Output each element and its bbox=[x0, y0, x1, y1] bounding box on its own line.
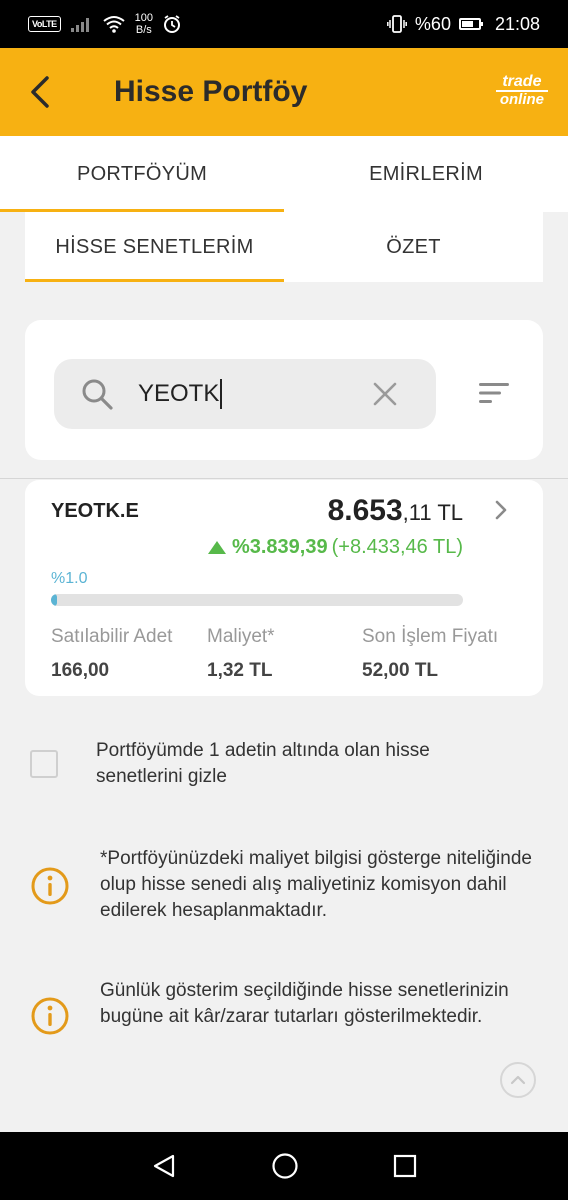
nav-back-icon[interactable] bbox=[151, 1153, 177, 1179]
volte-badge: VoLTE bbox=[28, 16, 61, 32]
hide-small-holdings-checkbox[interactable] bbox=[30, 750, 58, 778]
stock-symbol: YEOTK.E bbox=[51, 500, 139, 522]
stock-value: 8.653,11 TL bbox=[327, 494, 463, 527]
signal-icon bbox=[70, 18, 89, 32]
system-nav-bar bbox=[0, 1132, 568, 1200]
info-icon bbox=[31, 997, 69, 1035]
tab-hisse-senetlerim[interactable]: HİSSE SENETLERİM bbox=[25, 212, 284, 282]
scroll-to-top-button[interactable] bbox=[500, 1062, 536, 1098]
chevron-up-icon bbox=[510, 1075, 526, 1085]
column-last-price: Son İşlem Fiyatı 52,00 TL bbox=[362, 626, 499, 681]
clock: 21:08 bbox=[494, 13, 540, 34]
divider bbox=[0, 478, 568, 479]
chevron-right-icon[interactable] bbox=[493, 500, 509, 520]
info-note-daily: Günlük gösterim seçildiğinde hisse senet… bbox=[30, 978, 550, 1036]
alarm-icon bbox=[164, 15, 181, 33]
app-bar: Hisse Portföy trade online bbox=[0, 48, 568, 136]
stock-card[interactable]: YEOTK.E 8.653,11 TL %3.839,39 (+8.433,46 … bbox=[25, 480, 543, 696]
search-icon bbox=[82, 379, 113, 410]
status-bar: VoLTE 100 B/s %60 21:08 bbox=[0, 0, 568, 48]
close-icon[interactable] bbox=[372, 381, 398, 407]
sub-tabs: HİSSE SENETLERİM ÖZET bbox=[25, 212, 543, 282]
column-sellable-qty: Satılabilir Adet 166,00 bbox=[51, 626, 173, 681]
triangle-up-icon bbox=[207, 541, 226, 554]
page-title: Hisse Portföy bbox=[114, 75, 308, 108]
portfolio-share-label: %1.0 bbox=[51, 570, 88, 587]
portfolio-share-fill bbox=[51, 594, 58, 606]
nav-home-icon[interactable] bbox=[271, 1152, 299, 1180]
tab-emirlerim[interactable]: EMİRLERİM bbox=[284, 136, 568, 212]
chevron-left-icon bbox=[31, 76, 49, 108]
back-button[interactable] bbox=[0, 48, 80, 136]
text-cursor bbox=[220, 379, 223, 409]
portfolio-share-bar bbox=[51, 594, 463, 606]
info-note-cost: *Portföyünüzdeki maliyet bilgisi gösterg… bbox=[30, 846, 550, 924]
brand-logo: trade online bbox=[495, 74, 548, 108]
tab-portfoyum[interactable]: PORTFÖYÜM bbox=[0, 136, 284, 212]
info-icon bbox=[31, 867, 69, 905]
hide-small-holdings-label: Portföyümde 1 adetin altında olan hisse … bbox=[96, 740, 430, 787]
info-text-cost: *Portföyünüzdeki maliyet bilgisi gösterg… bbox=[100, 848, 532, 921]
sort-icon[interactable] bbox=[479, 380, 509, 406]
vibrate-icon bbox=[386, 15, 407, 33]
battery-icon bbox=[458, 18, 483, 30]
column-cost: Maliyet* 1,32 TL bbox=[207, 626, 275, 681]
nav-recents-icon[interactable] bbox=[393, 1154, 417, 1178]
search-value: YEOTK bbox=[138, 380, 220, 407]
wifi-icon bbox=[103, 16, 125, 33]
stock-change: %3.839,39 (+8.433,46 TL) bbox=[207, 536, 463, 559]
search-card: YEOTK bbox=[25, 320, 543, 460]
main-tabs: PORTFÖYÜM EMİRLERİM bbox=[0, 136, 568, 212]
hide-small-holdings-row: Portföyümde 1 adetin altında olan hisse … bbox=[30, 738, 540, 790]
search-input[interactable]: YEOTK bbox=[54, 359, 436, 429]
battery-percent: %60 bbox=[414, 13, 451, 34]
info-text-daily: Günlük gösterim seçildiğinde hisse senet… bbox=[100, 980, 509, 1027]
network-speed: 100 B/s bbox=[134, 12, 154, 36]
tab-ozet[interactable]: ÖZET bbox=[284, 212, 543, 282]
